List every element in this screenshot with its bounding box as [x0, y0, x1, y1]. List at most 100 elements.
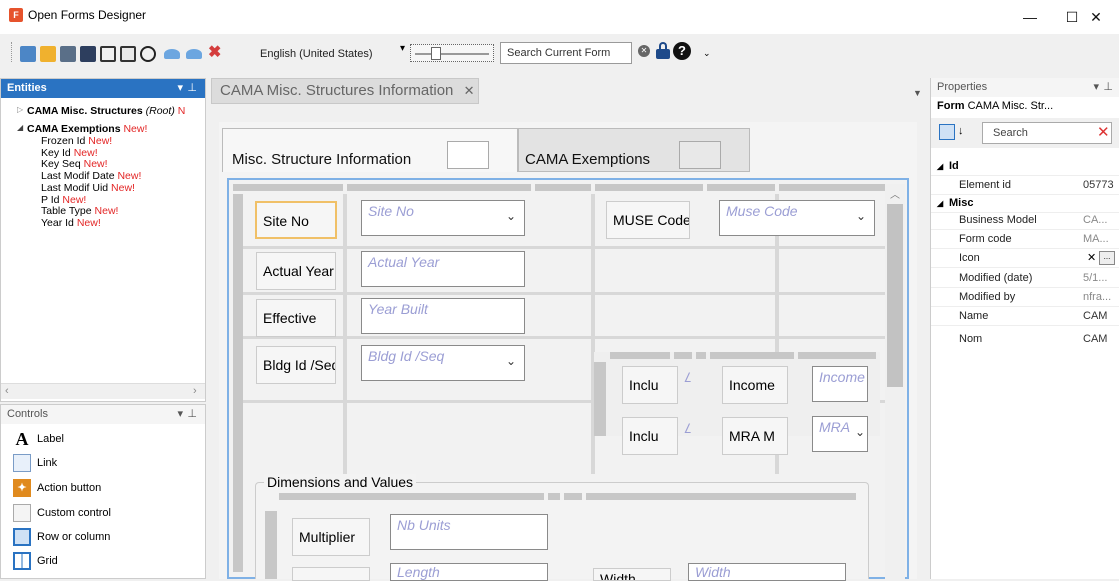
site-no-combobox[interactable]: Site No ⌄ — [361, 200, 525, 236]
categorized-icon[interactable] — [939, 124, 955, 140]
control-custom[interactable]: Custom control — [13, 503, 111, 523]
form-tab-cama-exemptions[interactable]: CAMA Exemptions — [518, 128, 750, 172]
column-header[interactable] — [586, 493, 856, 500]
sort-alpha-icon[interactable]: ↓ — [958, 125, 964, 137]
column-header[interactable] — [595, 184, 703, 191]
expand-arrow-icon[interactable]: ▷ — [17, 105, 23, 114]
inclu-label[interactable]: Inclu — [622, 366, 678, 404]
scrollbar-thumb[interactable] — [887, 204, 903, 387]
length-input[interactable]: Length — [390, 563, 548, 581]
lock-icon[interactable] — [656, 42, 670, 60]
property-value[interactable]: CA... — [1083, 211, 1119, 230]
chevron-down-icon[interactable]: ⌄ — [856, 209, 866, 223]
nb-units-input[interactable]: Nb Units — [390, 514, 548, 550]
pin-icon[interactable]: ⊥ — [187, 405, 197, 424]
checkbox-field[interactable]: 𝐿 — [684, 370, 691, 386]
row-header-strip[interactable] — [265, 511, 277, 579]
save-icon[interactable] — [60, 46, 76, 62]
property-value[interactable]: 5/1... — [1083, 269, 1119, 288]
bldg-id-label[interactable]: Bldg Id /Seq — [256, 346, 336, 384]
tree-item[interactable]: Key Id New! — [41, 147, 98, 159]
entities-header[interactable]: Entities ▾ ⊥ — [1, 79, 205, 98]
toolbar-grip[interactable] — [11, 42, 14, 62]
property-row[interactable]: Icon ✕... — [931, 249, 1119, 268]
form-tab-misc-structure[interactable]: Misc. Structure Information — [222, 128, 518, 172]
column-header[interactable] — [798, 352, 876, 359]
control-link[interactable]: Link — [13, 453, 57, 473]
pin-icon[interactable]: ⊥ — [1103, 78, 1113, 97]
column-header[interactable] — [548, 493, 560, 500]
redo-icon[interactable] — [186, 49, 202, 59]
property-row[interactable]: Form code MA... — [931, 230, 1119, 249]
control-row-column[interactable]: Row or column — [13, 527, 110, 547]
column-header[interactable] — [710, 352, 794, 359]
layout-icon[interactable] — [100, 46, 116, 62]
column-header[interactable] — [347, 184, 531, 191]
tree-root[interactable]: CAMA Misc. Structures (Root) N — [27, 105, 185, 117]
muse-code-label[interactable]: MUSE Code — [606, 201, 690, 239]
column-header[interactable] — [610, 352, 670, 359]
pane-menu-icon[interactable]: ▾ — [177, 79, 183, 98]
control-grid[interactable]: Grid — [13, 551, 58, 571]
control-action-button[interactable]: ✦ Action button — [13, 478, 101, 498]
scroll-right-icon[interactable]: › — [193, 385, 197, 397]
clear-search-icon[interactable]: ✕ — [1097, 123, 1110, 141]
effective-label[interactable]: Effective — [256, 299, 336, 337]
tab-list-icon[interactable]: ▼ — [913, 88, 922, 98]
delete-icon[interactable]: ✖ — [208, 42, 221, 62]
inclu-label[interactable]: Inclu — [622, 417, 678, 455]
width-input[interactable]: Width — [688, 563, 846, 581]
column-header[interactable] — [696, 352, 706, 359]
pin-icon[interactable]: ⊥ — [187, 79, 197, 98]
column-header[interactable] — [707, 184, 775, 191]
column-header[interactable] — [674, 352, 692, 359]
property-row[interactable]: Name CAM — [931, 307, 1119, 326]
scroll-left-icon[interactable]: ‹ — [5, 385, 9, 397]
tree-item[interactable]: Frozen Id New! — [41, 135, 112, 147]
ellipsis-button[interactable]: ... — [1099, 251, 1115, 265]
width-label[interactable]: Width — [593, 568, 671, 581]
property-value[interactable]: CAM — [1083, 307, 1119, 326]
control-label[interactable]: A Label — [13, 429, 64, 449]
column-header[interactable] — [535, 184, 591, 191]
property-row[interactable]: Element id 05773 — [931, 176, 1119, 195]
scroll-up-icon[interactable]: ︿ — [890, 186, 900, 201]
tab-close-icon[interactable]: ✕ — [464, 83, 475, 98]
row-header-strip[interactable] — [594, 362, 606, 436]
property-row[interactable]: Modified by nfra... — [931, 288, 1119, 307]
horizontal-scrollbar[interactable]: ‹ › — [1, 383, 205, 399]
tree-item[interactable]: Key Seq New! — [41, 158, 108, 170]
property-row[interactable]: Nom CAM — [931, 330, 1119, 349]
column-header[interactable] — [779, 184, 899, 191]
bldg-id-combobox[interactable]: Bldg Id /Seq ⌄ — [361, 345, 525, 381]
chevron-down-icon[interactable]: ⌄ — [855, 425, 865, 439]
actual-year-label[interactable]: Actual Year — [256, 252, 336, 290]
tree-item[interactable]: Last Modif Uid New! — [41, 182, 135, 194]
close-button[interactable]: ✕ — [1073, 0, 1119, 34]
clear-search-icon[interactable]: ✕ — [638, 45, 650, 57]
property-row[interactable]: Modified (date) 5/1... — [931, 269, 1119, 288]
multiplier-label[interactable]: Multiplier — [292, 518, 370, 556]
new-form-icon[interactable] — [20, 46, 36, 62]
language-select[interactable]: English (United States) — [256, 43, 399, 65]
zoom-slider[interactable] — [410, 44, 494, 62]
tree-item[interactable]: Year Id New! — [41, 217, 101, 229]
undo-icon[interactable] — [164, 49, 180, 59]
help-icon[interactable]: ? — [673, 42, 691, 60]
toolbar-overflow-icon[interactable]: ⌄ — [703, 48, 711, 59]
mra-label[interactable]: MRA M — [722, 417, 788, 455]
checkbox-field[interactable]: 𝐿 — [684, 421, 691, 437]
property-value[interactable]: MA... — [1083, 230, 1119, 249]
edit-icon[interactable] — [80, 46, 96, 62]
property-row[interactable]: Business Model CA... — [931, 211, 1119, 230]
pane-menu-icon[interactable]: ▾ — [177, 405, 183, 424]
row-header-strip[interactable] — [233, 194, 243, 572]
collapse-arrow-icon[interactable]: ◢ — [17, 123, 23, 132]
chevron-down-icon[interactable]: ⌄ — [506, 354, 516, 368]
year-built-input[interactable]: Year Built — [361, 298, 525, 334]
controls-header[interactable]: Controls ▾ ⊥ — [1, 405, 205, 424]
window-icon[interactable] — [120, 46, 136, 62]
vertical-scrollbar[interactable]: ︿ — [885, 184, 905, 579]
language-caret-icon[interactable]: ▾ — [400, 43, 405, 54]
tree-node-cama-exemptions[interactable]: CAMA Exemptions New! — [27, 123, 147, 135]
